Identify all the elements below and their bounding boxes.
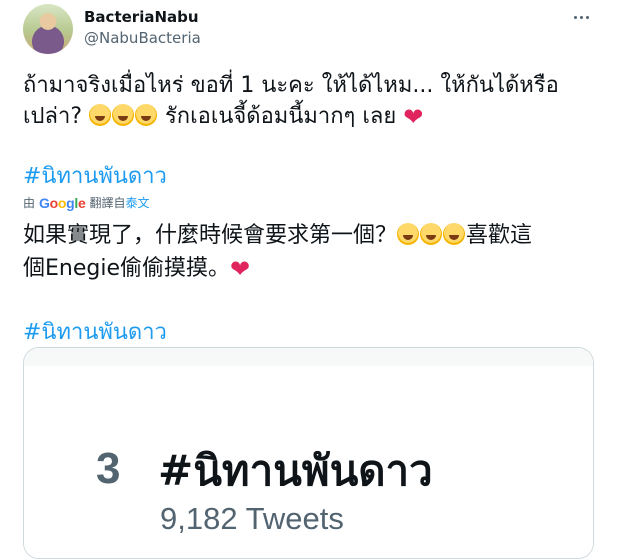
author-name[interactable]: BacteriaNabu	[84, 8, 199, 26]
translated-line-1-start: 如果實現了，什麼時候會要求第一個？	[23, 223, 398, 248]
more-horizontal-icon	[573, 15, 577, 19]
translated-line-2: 個Enegie偷偷摸摸。❤	[23, 252, 593, 286]
trend-tweet-count: 9,182 Tweets	[160, 501, 344, 536]
more-dot	[585, 15, 589, 19]
translation-attribution: 由 Google 翻譯自 泰文	[23, 194, 150, 211]
tweet-text: ถ้ามาจริงเมื่อไหร่ ขอที่ 1 นะคะ ให้ได้ไห…	[23, 70, 593, 133]
hashtag-link[interactable]: #นิทานพันดาว	[23, 158, 167, 193]
tweet-line-2: เปล่า? รักเอเนจี้ด้อมนี้มากๆ เลย ❤	[23, 101, 593, 133]
translation-label: 翻譯自	[89, 196, 126, 210]
laughing-emoji-icon	[397, 223, 420, 245]
laughing-emoji-icon	[443, 223, 466, 245]
tweet-line-2-end: รักเอเนจี้ด้อมนี้มากๆ เลย	[158, 104, 404, 129]
translated-line-1-end: 喜歡這	[466, 223, 533, 248]
translated-text: 如果實現了，什麼時候會要求第一個？ 喜歡這 個Enegie偷偷摸摸。❤	[23, 219, 593, 286]
tweet-line-1: ถ้ามาจริงเมื่อไหร่ ขอที่ 1 นะคะ ให้ได้ไห…	[23, 73, 559, 98]
translated-line-1: 如果實現了，什麼時候會要求第一個？ 喜歡這	[23, 219, 593, 252]
laughing-emoji-icon	[112, 104, 134, 126]
author-avatar[interactable]	[23, 4, 73, 54]
trend-name: #นิทานพันดาว	[158, 446, 433, 495]
heart-emoji-icon: ❤	[230, 255, 251, 283]
laughing-emoji-icon	[420, 223, 443, 245]
translated-line-2-text: 個Enegie偷偷摸摸。	[23, 256, 230, 281]
laughing-emoji-icon	[89, 104, 111, 126]
translation-language-link[interactable]: 泰文	[126, 194, 150, 211]
trend-rank: 3	[96, 444, 121, 493]
translated-hashtag-link[interactable]: #นิทานพันดาว	[23, 314, 167, 349]
trend-screenshot-image: 3 #นิทานพันดาว 9,182 Tweets	[24, 348, 593, 558]
translation-prefix: 由	[23, 196, 36, 210]
more-dot	[579, 15, 583, 19]
heart-emoji-icon: ❤	[403, 103, 424, 131]
media-card[interactable]: 3 #นิทานพันดาว 9,182 Tweets	[23, 347, 594, 559]
google-logo: Google	[39, 194, 86, 211]
laughing-emoji-icon	[135, 104, 157, 126]
more-options-button[interactable]	[569, 6, 593, 28]
tweet-line-2-start: เปล่า?	[23, 104, 89, 129]
author-handle[interactable]: @NabuBacteria	[84, 29, 201, 47]
